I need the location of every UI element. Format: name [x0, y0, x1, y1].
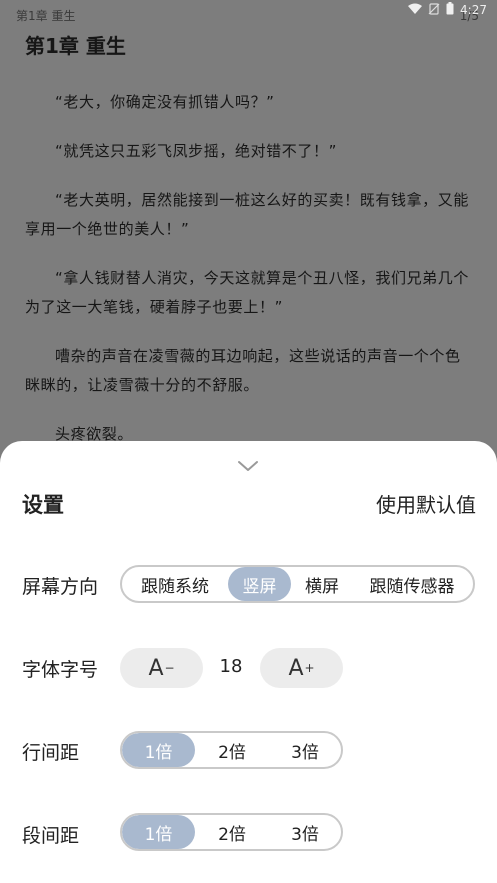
chapter-title: 第1章 重生	[25, 34, 126, 58]
use-default-button[interactable]: 使用默认值	[376, 489, 476, 518]
paragraph-spacing-option-1x[interactable]: 1倍	[122, 815, 195, 849]
font-size-value: 18	[219, 656, 243, 677]
header-chapter-name: 第1章 重生	[16, 9, 76, 23]
orientation-option-follow-system[interactable]: 跟随系统	[122, 567, 228, 601]
line-spacing-option-1x[interactable]: 1倍	[122, 733, 195, 767]
line-spacing-option-3x[interactable]: 3倍	[269, 733, 341, 767]
increase-font-button[interactable]: A +	[260, 648, 343, 688]
wifi-icon	[408, 3, 423, 18]
increase-font-glyph: A	[288, 655, 304, 681]
line-spacing-label: 行间距	[22, 742, 80, 764]
paragraph: 嘈杂的声音在凌雪薇的耳边响起，这些说话的声音一个个色眯眯的，让凌雪薇十分的不舒服…	[25, 347, 461, 394]
paragraph: “拿人钱财替人消灾，今天这就算是个丑八怪，我们兄弟几个为了这一大笔钱，硬着脖子也…	[25, 269, 469, 316]
orientation-label: 屏幕方向	[22, 576, 99, 598]
paragraph-spacing-segmented-control: 1倍 2倍 3倍	[120, 813, 343, 851]
orientation-segmented-control: 跟随系统 竖屏 横屏 跟随传感器	[120, 565, 475, 603]
orientation-option-portrait[interactable]: 竖屏	[228, 567, 291, 601]
font-size-label: 字体字号	[22, 659, 99, 681]
paragraph-spacing-option-3x[interactable]: 3倍	[269, 815, 341, 849]
paragraph-spacing-option-2x[interactable]: 2倍	[195, 815, 269, 849]
increase-font-sign: +	[304, 661, 315, 675]
no-sim-icon	[428, 2, 440, 18]
decrease-font-sign: −	[164, 661, 175, 675]
paragraph-spacing-label: 段间距	[22, 825, 80, 847]
clock: 4:27	[460, 3, 487, 17]
battery-icon	[446, 2, 454, 18]
settings-title: 设置	[22, 493, 64, 517]
status-bar: 4:27	[408, 2, 487, 18]
paragraph: “老大英明，居然能接到一桩这么好的买卖！既有钱拿，又能享用一个绝世的美人！”	[25, 191, 469, 238]
line-spacing-option-2x[interactable]: 2倍	[195, 733, 269, 767]
orientation-option-landscape[interactable]: 横屏	[291, 567, 353, 601]
orientation-option-sensor[interactable]: 跟随传感器	[353, 567, 471, 601]
decrease-font-button[interactable]: A −	[120, 648, 203, 688]
paragraph: “就凭这只五彩飞凤步摇，绝对错不了！”	[55, 142, 337, 160]
decrease-font-glyph: A	[148, 655, 164, 681]
paragraph: “老大，你确定没有抓错人吗？”	[55, 93, 275, 111]
line-spacing-segmented-control: 1倍 2倍 3倍	[120, 731, 343, 769]
chevron-down-icon[interactable]	[236, 458, 260, 472]
